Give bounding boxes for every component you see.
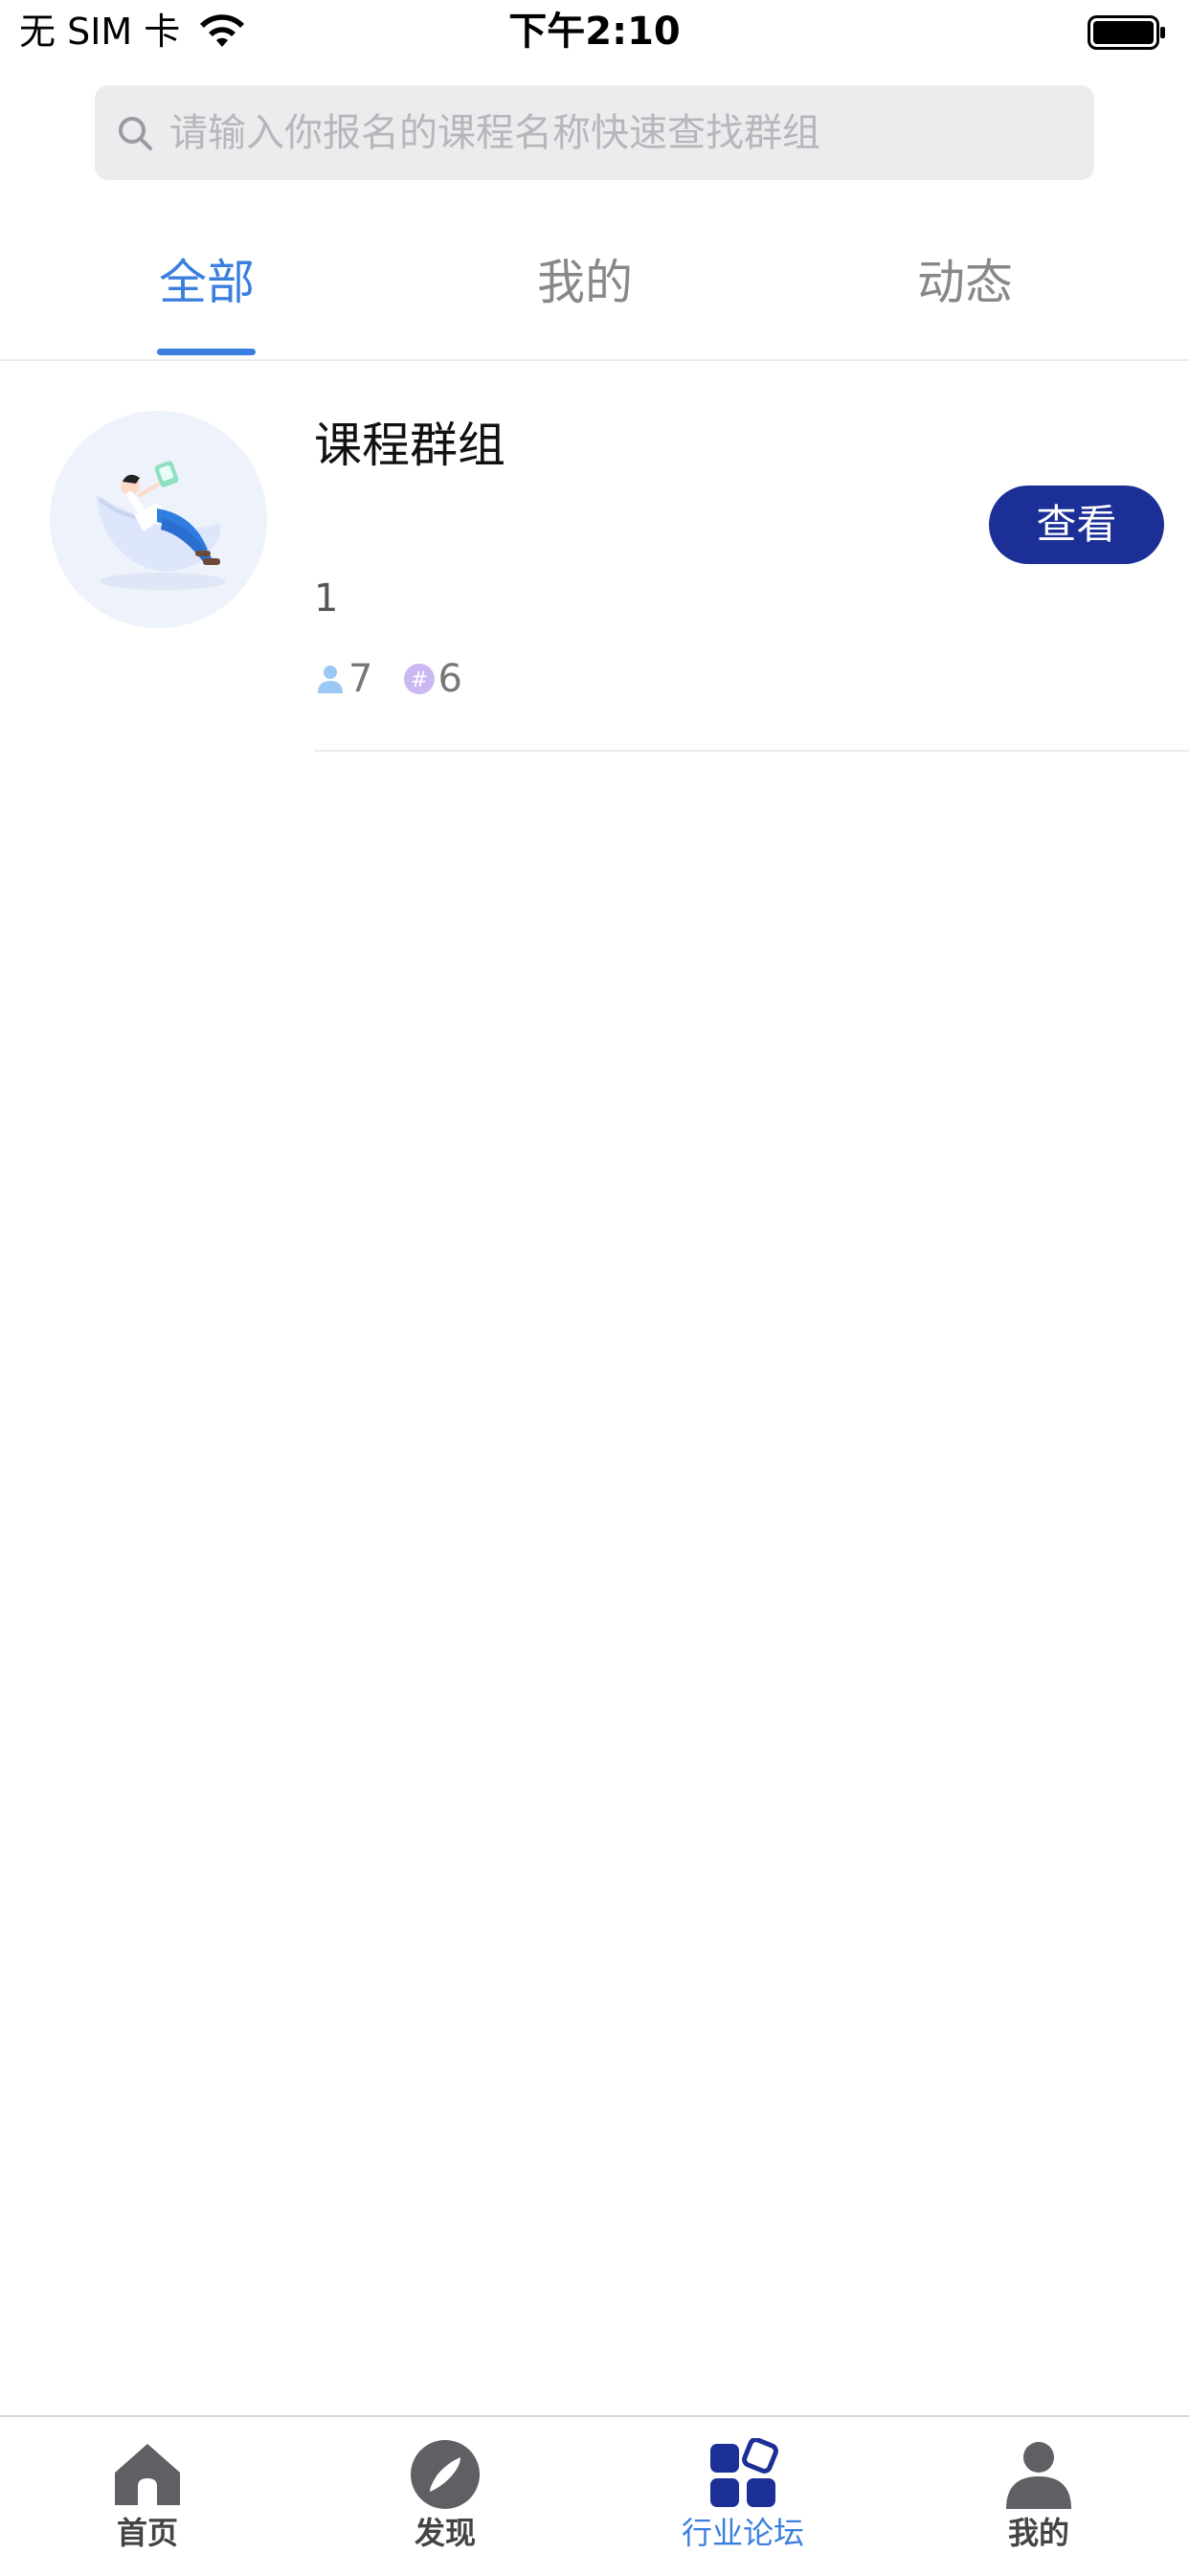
tab-activity[interactable]: 动态: [821, 249, 1109, 316]
nav-home-label: 首页: [116, 2515, 178, 2551]
group-title: 课程群组: [314, 418, 505, 473]
nav-discover[interactable]: 发现: [340, 2438, 550, 2553]
nav-forum-label: 行业论坛: [681, 2515, 804, 2551]
svg-text:#: #: [411, 668, 428, 692]
compass-icon: [411, 2440, 480, 2509]
tab-indicator: [157, 349, 256, 355]
group-card[interactable]: 课程群组 查看 1 7 # 6: [0, 361, 1189, 752]
tab-mine[interactable]: 我的: [441, 249, 729, 316]
group-avatar: [50, 411, 267, 628]
topic-hash-icon: #: [404, 664, 436, 694]
topic-count: 6: [437, 657, 462, 701]
status-time: 下午2:10: [508, 10, 681, 54]
member-count: 7: [348, 657, 373, 701]
search-icon: [119, 116, 152, 150]
nav-forum[interactable]: 行业论坛: [638, 2438, 848, 2553]
nav-profile-label: 我的: [1007, 2515, 1069, 2551]
person-icon: [1006, 2442, 1071, 2509]
tab-bar: 全部 我的 动态: [0, 211, 1189, 361]
members-icon: [318, 666, 343, 693]
group-description: 1: [314, 576, 339, 621]
search-input[interactable]: [169, 110, 1069, 155]
tab-all[interactable]: 全部: [63, 249, 350, 316]
battery-icon: [1088, 15, 1165, 50]
nav-profile[interactable]: 我的: [933, 2438, 1144, 2553]
card-divider: [314, 750, 1189, 752]
group-stats: 7 # 6: [314, 652, 462, 706]
view-button[interactable]: 查看: [989, 486, 1164, 564]
bottom-nav: 首页 发现 行业论坛 我的: [0, 2415, 1189, 2576]
nav-home[interactable]: 首页: [42, 2438, 253, 2553]
forum-grid-icon: [710, 2438, 778, 2507]
person-in-tub-illustration: [50, 411, 266, 627]
home-icon: [115, 2444, 180, 2505]
nav-discover-label: 发现: [414, 2515, 476, 2551]
search-bar[interactable]: [95, 85, 1094, 180]
status-bar: 无 SIM 卡 下午2:10: [0, 0, 1189, 63]
